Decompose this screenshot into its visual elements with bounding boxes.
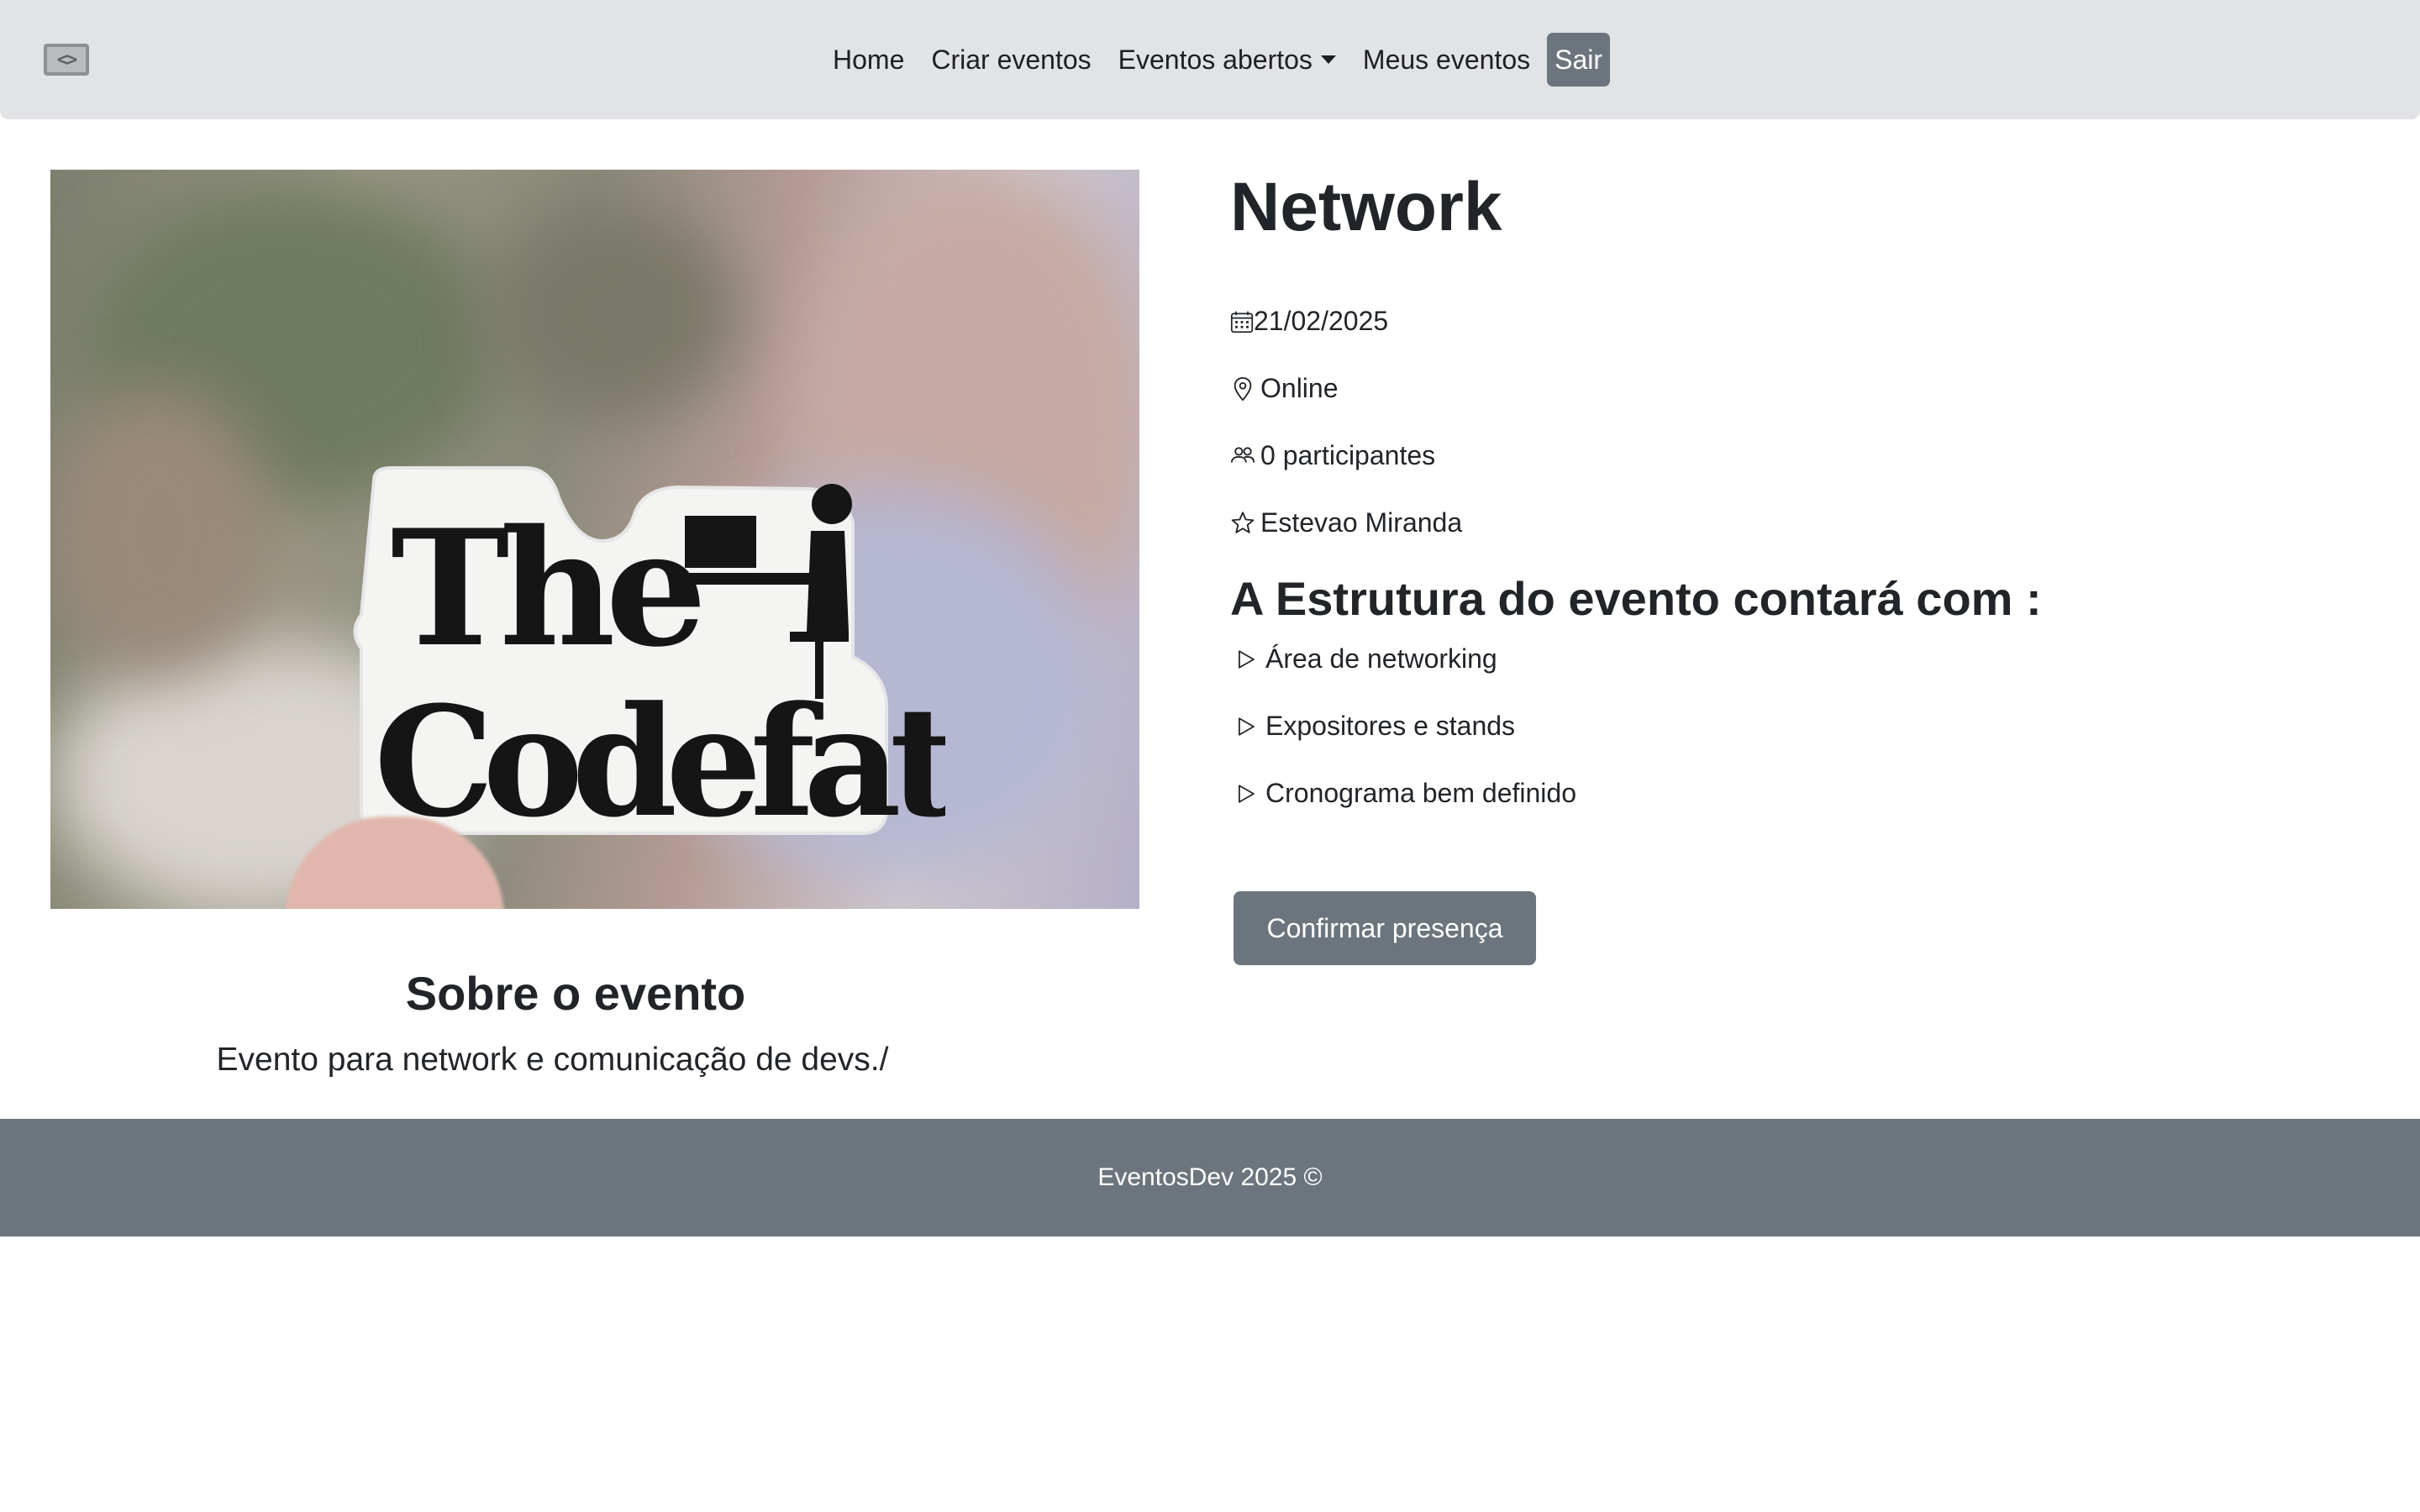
play-icon (1238, 784, 1255, 803)
code-brackets-logo-icon[interactable]: <> (44, 44, 89, 76)
event-date: 21/02/2025 (1254, 306, 1389, 336)
svg-text:Codefather: Codefather (374, 674, 945, 842)
navbar: <> Home Criar eventos Eventos abertos Me… (0, 0, 2420, 119)
about-description: Evento para network e comunicação de dev… (216, 1042, 889, 1078)
nav-link-meus-eventos[interactable]: Meus eventos (1349, 32, 1544, 87)
confirm-attendance-button[interactable]: Confirmar presença (1234, 891, 1536, 965)
play-icon (1238, 717, 1255, 736)
nav-link-home[interactable]: Home (819, 32, 918, 87)
people-icon (1230, 446, 1255, 463)
structure-item-label: Área de networking (1265, 643, 1497, 674)
event-image: The Codefather (50, 170, 1139, 909)
event-participants-row: 0 participantes (1230, 440, 1435, 471)
event-participants: 0 participantes (1260, 440, 1436, 470)
structure-item: Expositores e stands (1235, 711, 1515, 742)
footer-text: EventosDev 2025 © (1097, 1163, 1323, 1191)
event-organizer: Estevao Miranda (1260, 507, 1463, 538)
nav-dropdown-label: Eventos abertos (1118, 44, 1313, 75)
chevron-down-icon (1320, 55, 1336, 64)
calendar-icon (1230, 311, 1254, 333)
svg-text:The: The (391, 495, 701, 682)
codefather-sticker: The Codefather (353, 466, 945, 842)
event-organizer-row: Estevao Miranda (1230, 507, 1462, 538)
map-pin-icon (1234, 376, 1252, 402)
structure-item: Área de networking (1235, 643, 1497, 675)
nav-dropdown-eventos-abertos[interactable]: Eventos abertos (1105, 32, 1349, 87)
event-date-row: 21/02/2025 (1230, 306, 1388, 337)
event-location: Online (1260, 373, 1339, 403)
structure-item: Cronograma bem definido (1235, 778, 1576, 809)
structure-item-label: Cronograma bem definido (1265, 778, 1576, 808)
event-location-row: Online (1230, 373, 1339, 404)
star-icon (1231, 511, 1255, 533)
nav-link-criar-eventos[interactable]: Criar eventos (918, 32, 1104, 87)
structure-title: A Estrutura do evento contará com : (1230, 572, 2042, 625)
footer: EventosDev 2025 © (0, 1119, 2420, 1236)
logout-button[interactable]: Sair (1547, 33, 1611, 87)
about-title: Sobre o evento (405, 967, 746, 1020)
structure-item-label: Expositores e stands (1265, 711, 1516, 741)
play-icon (1238, 649, 1255, 669)
nav-links: Home Criar eventos Eventos abertos Meus … (819, 32, 1611, 87)
event-title: Network (1230, 169, 1502, 245)
